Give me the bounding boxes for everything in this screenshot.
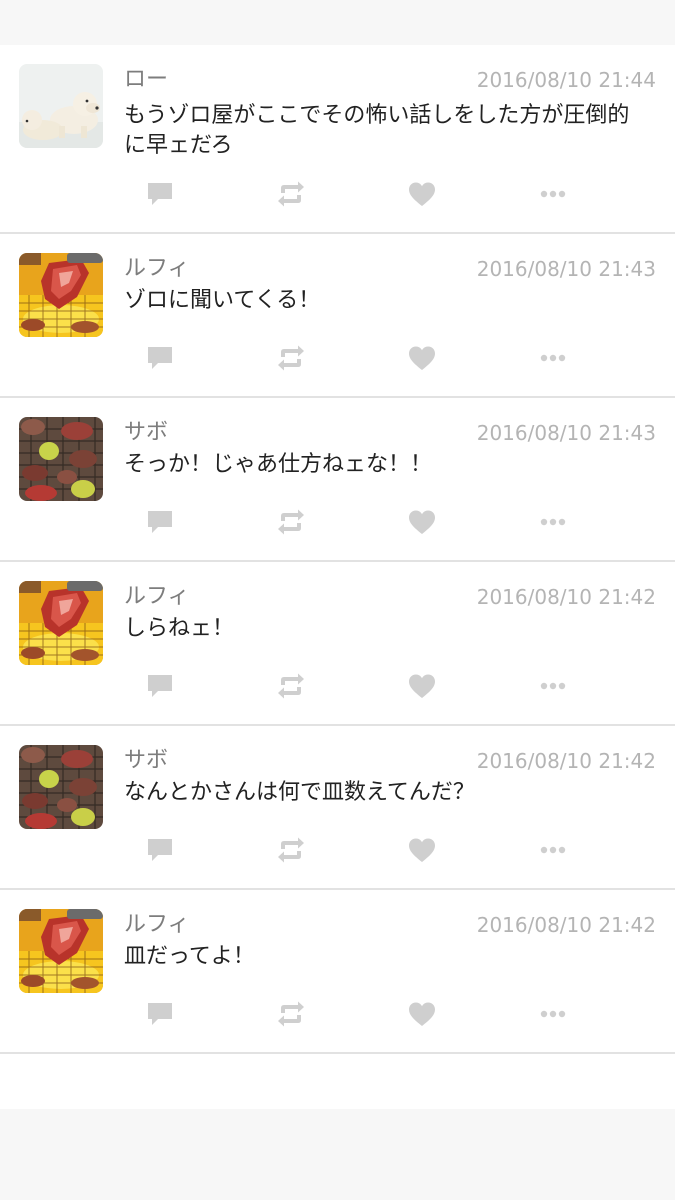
like-icon — [408, 509, 436, 535]
post-item[interactable]: サボ 2016/08/10 21:42 なんとかさんは何で皿数えてんだ？ — [0, 726, 675, 890]
more-button[interactable] — [533, 342, 573, 374]
like-icon — [408, 673, 436, 699]
like-button[interactable] — [402, 506, 442, 538]
post-text: もうゾロ屋がここでその怖い話しをした方が圧倒的に早ェだろ — [124, 103, 630, 158]
like-button[interactable] — [402, 670, 442, 702]
more-icon — [540, 518, 566, 526]
post-text: 皿だってよ！ — [124, 944, 255, 969]
more-icon — [540, 354, 566, 362]
grilled-meat-avatar[interactable] — [19, 909, 103, 993]
like-button[interactable] — [402, 342, 442, 374]
post-text: なんとかさんは何で皿数えてんだ？ — [124, 780, 475, 805]
post-text: ゾロに聞いてくる！ — [124, 288, 321, 313]
post-author-name[interactable]: ロー — [124, 66, 168, 94]
retweet-button[interactable] — [271, 998, 311, 1030]
post-item[interactable]: サボ 2016/08/10 21:43 そっか！じゃあ仕方ねェな！！ — [0, 398, 675, 562]
retweet-button[interactable] — [271, 178, 311, 210]
reply-button[interactable] — [140, 342, 180, 374]
post-item[interactable]: ルフィ 2016/08/10 21:43 ゾロに聞いてくる！ — [0, 234, 675, 398]
reply-icon — [146, 1001, 174, 1027]
reply-button[interactable] — [140, 178, 180, 210]
post-author-name[interactable]: ルフィ — [124, 255, 190, 283]
more-button[interactable] — [533, 670, 573, 702]
reply-button[interactable] — [140, 506, 180, 538]
more-icon — [540, 190, 566, 198]
retweet-icon — [276, 509, 306, 535]
reply-icon — [146, 673, 174, 699]
post-item[interactable]: ルフィ 2016/08/10 21:42 皿だってよ！ — [0, 890, 675, 1054]
reply-button[interactable] — [140, 834, 180, 866]
post-timestamp: 2016/08/10 21:43 — [476, 421, 656, 445]
like-icon — [408, 1001, 436, 1027]
post-author-name[interactable]: ルフィ — [124, 583, 190, 611]
like-icon — [408, 837, 436, 863]
reply-icon — [146, 837, 174, 863]
retweet-button[interactable] — [271, 342, 311, 374]
like-icon — [408, 181, 436, 207]
retweet-button[interactable] — [271, 834, 311, 866]
post-timestamp: 2016/08/10 21:42 — [476, 585, 656, 609]
bbq-grill-avatar[interactable] — [19, 417, 103, 501]
retweet-button[interactable] — [271, 506, 311, 538]
reply-button[interactable] — [140, 998, 180, 1030]
more-icon — [540, 682, 566, 690]
retweet-icon — [276, 345, 306, 371]
grilled-meat-avatar[interactable] — [19, 581, 103, 665]
post-text: そっか！じゃあ仕方ねェな！！ — [124, 452, 433, 477]
more-icon — [540, 846, 566, 854]
post-timestamp: 2016/08/10 21:43 — [476, 257, 656, 281]
more-button[interactable] — [533, 998, 573, 1030]
like-button[interactable] — [402, 998, 442, 1030]
more-icon — [540, 1010, 566, 1018]
post-timestamp: 2016/08/10 21:42 — [476, 749, 656, 773]
post-timestamp: 2016/08/10 21:42 — [476, 913, 656, 937]
retweet-icon — [276, 1001, 306, 1027]
retweet-icon — [276, 837, 306, 863]
reply-icon — [146, 509, 174, 535]
timeline: ロー 2016/08/10 21:44 もうゾロ屋がここでその怖い話しをした方が圧倒… — [0, 45, 675, 1109]
like-button[interactable] — [402, 178, 442, 210]
reply-icon — [146, 181, 174, 207]
like-icon — [408, 345, 436, 371]
retweet-icon — [276, 673, 306, 699]
grilled-meat-avatar[interactable] — [19, 253, 103, 337]
post-author-name[interactable]: ルフィ — [124, 911, 190, 939]
retweet-icon — [276, 181, 306, 207]
post-item[interactable]: ロー 2016/08/10 21:44 もうゾロ屋がここでその怖い話しをした方が圧倒… — [0, 45, 675, 234]
more-button[interactable] — [533, 834, 573, 866]
post-item[interactable]: ルフィ 2016/08/10 21:42 しらねェ！ — [0, 562, 675, 726]
post-text: しらねェ！ — [124, 616, 235, 641]
post-timestamp: 2016/08/10 21:44 — [476, 68, 656, 92]
polar-bear-avatar[interactable] — [19, 64, 103, 148]
more-button[interactable] — [533, 178, 573, 210]
like-button[interactable] — [402, 834, 442, 866]
bbq-grill-avatar[interactable] — [19, 745, 103, 829]
more-button[interactable] — [533, 506, 573, 538]
post-author-name[interactable]: サボ — [124, 419, 168, 447]
retweet-button[interactable] — [271, 670, 311, 702]
post-author-name[interactable]: サボ — [124, 747, 168, 775]
reply-button[interactable] — [140, 670, 180, 702]
reply-icon — [146, 345, 174, 371]
post-divider — [0, 1052, 675, 1054]
